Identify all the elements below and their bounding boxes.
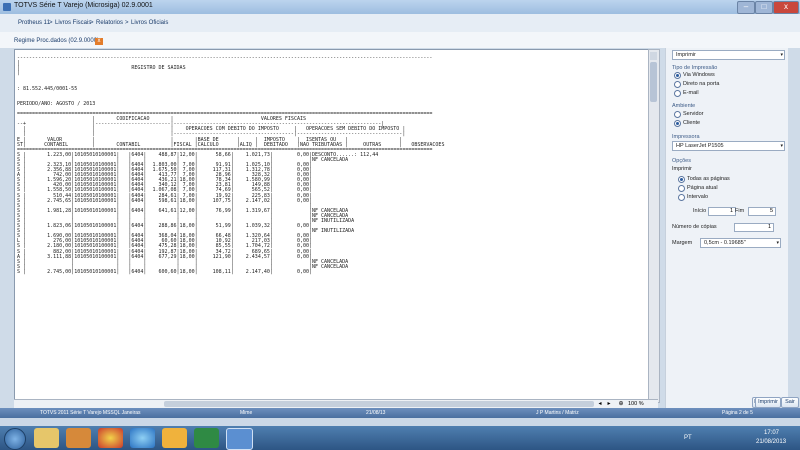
breadcrumb-item-protheus[interactable]: Protheus 11 — [18, 20, 50, 26]
prev-page-icon[interactable]: ◂ — [596, 400, 604, 408]
status-environment: TOTVS 2011 Série T Varejo MSSQL Janeiras — [40, 410, 141, 416]
report-preview: ----------------------------------------… — [14, 49, 650, 402]
minimize-button[interactable]: – — [737, 1, 755, 14]
option-current-page[interactable]: Página atual — [687, 185, 718, 191]
option-direto-porta[interactable]: Direto na porta — [683, 81, 719, 87]
radio-email[interactable] — [674, 90, 681, 97]
status-branch: J P Martins / Matriz — [536, 410, 579, 416]
end-page-input[interactable]: 5 — [748, 207, 776, 216]
start-page-label: Início — [693, 208, 707, 214]
breadcrumb-separator: > — [125, 20, 129, 26]
printer-group-label: Impressora — [672, 134, 700, 140]
print-options-panel: Imprimir ▾ Tipo de Impressão Via Windows … — [665, 48, 788, 408]
clock-time[interactable]: 17:07 — [764, 430, 779, 436]
option-servidor[interactable]: Servidor — [683, 111, 703, 117]
status-page: Página 2 de 5 — [722, 410, 753, 416]
zoom-icon[interactable]: ⊕ — [616, 400, 626, 408]
copies-label: Número de cópias — [672, 224, 717, 230]
print-range-label: Imprimir — [672, 166, 692, 172]
option-via-windows[interactable]: Via Windows — [683, 72, 715, 78]
title-bar: TOTVS Série T Varejo (Microsiga) 02.9.00… — [0, 0, 800, 15]
media-player-icon[interactable] — [66, 428, 91, 448]
language-indicator[interactable]: PT — [684, 435, 692, 441]
print-type-group-label: Tipo de Impressão — [672, 65, 718, 71]
start-button[interactable] — [4, 428, 26, 450]
radio-via-windows[interactable] — [674, 72, 681, 79]
scroll-thumb[interactable] — [650, 62, 657, 102]
excel-icon[interactable] — [194, 428, 219, 448]
explorer-icon[interactable] — [34, 428, 59, 448]
radio-current-page[interactable] — [678, 185, 685, 192]
radio-interval[interactable] — [678, 194, 685, 201]
scroll-up-arrow[interactable] — [650, 52, 657, 60]
margin-select[interactable]: 0,5cm - 0.19685" ▾ — [700, 238, 781, 248]
status-date: 21/08/13 — [366, 410, 386, 416]
hscroll-thumb[interactable] — [164, 401, 594, 407]
printer-select[interactable]: HP LaserJet P1505 ▾ — [672, 141, 785, 151]
next-page-icon[interactable]: ▸ — [605, 400, 613, 408]
chrome-icon[interactable] — [98, 428, 123, 448]
margin-label: Margem — [672, 240, 693, 246]
options-group-label: Opções — [672, 158, 691, 164]
breadcrumb-item-relatorios[interactable]: Relatorios — [96, 20, 123, 26]
report-line: S | 2.745,00|10105010100001| |6404| 600,… — [17, 268, 388, 275]
status-bar: TOTVS 2011 Série T Varejo MSSQL Janeiras… — [0, 408, 800, 418]
taskbar: PT 17:07 21/08/2013 — [0, 426, 800, 450]
radio-cliente[interactable] — [674, 120, 681, 127]
clock-date[interactable]: 21/08/2013 — [756, 439, 786, 445]
option-interval[interactable]: Intervalo — [687, 194, 708, 200]
close-button[interactable]: x — [773, 1, 799, 14]
maximize-button[interactable]: □ — [755, 1, 773, 14]
copies-input[interactable]: 1 — [734, 223, 774, 232]
print-action-select[interactable]: Imprimir ▾ — [672, 50, 785, 60]
close-tab-icon[interactable]: x — [95, 38, 103, 45]
vertical-scrollbar[interactable] — [648, 49, 660, 403]
print-button-main[interactable]: Imprimir — [755, 397, 781, 408]
app-icon — [3, 3, 11, 11]
breadcrumb: Protheus 11 > Livros Fiscais > Relatorio… — [0, 14, 800, 33]
status-user: Mime — [240, 410, 253, 416]
totvs-app-icon[interactable] — [226, 428, 253, 450]
radio-all-pages[interactable] — [678, 176, 685, 183]
chevron-down-icon: ▾ — [776, 240, 779, 246]
chevron-down-icon: ▾ — [780, 143, 783, 149]
desktop-gap — [0, 418, 800, 426]
end-page-label: Fim — [735, 208, 745, 214]
option-all-pages[interactable]: Todas as páginas — [687, 176, 730, 182]
breadcrumb-item-livros-fiscais[interactable]: Livros Fiscais — [55, 20, 91, 26]
breadcrumb-separator: > — [49, 20, 53, 26]
option-cliente[interactable]: Cliente — [683, 120, 700, 126]
chevron-down-icon: ▾ — [780, 52, 783, 58]
start-page-input[interactable]: 1 — [708, 207, 736, 216]
environment-group-label: Ambiente — [672, 103, 696, 109]
internet-explorer-icon[interactable] — [130, 428, 155, 448]
outlook-icon[interactable] — [162, 428, 187, 448]
exit-button[interactable]: Sair — [781, 397, 799, 408]
document-tab-label[interactable]: Regime Proc.dados (02.9.0000) — [14, 38, 99, 44]
option-email[interactable]: E-mail — [683, 90, 699, 96]
breadcrumb-item-livros-oficiais[interactable]: Livros Oficiais — [131, 20, 168, 26]
radio-servidor[interactable] — [674, 111, 681, 118]
report-content: ----------------------------------------… — [17, 56, 645, 398]
window-title: TOTVS Série T Varejo (Microsiga) 02.9.00… — [14, 2, 153, 9]
document-tab-bar: Regime Proc.dados (02.9.0000) x — [0, 32, 800, 48]
breadcrumb-separator: > — [90, 20, 94, 26]
radio-direto-porta[interactable] — [674, 81, 681, 88]
zoom-level[interactable]: 100 % — [628, 400, 644, 408]
